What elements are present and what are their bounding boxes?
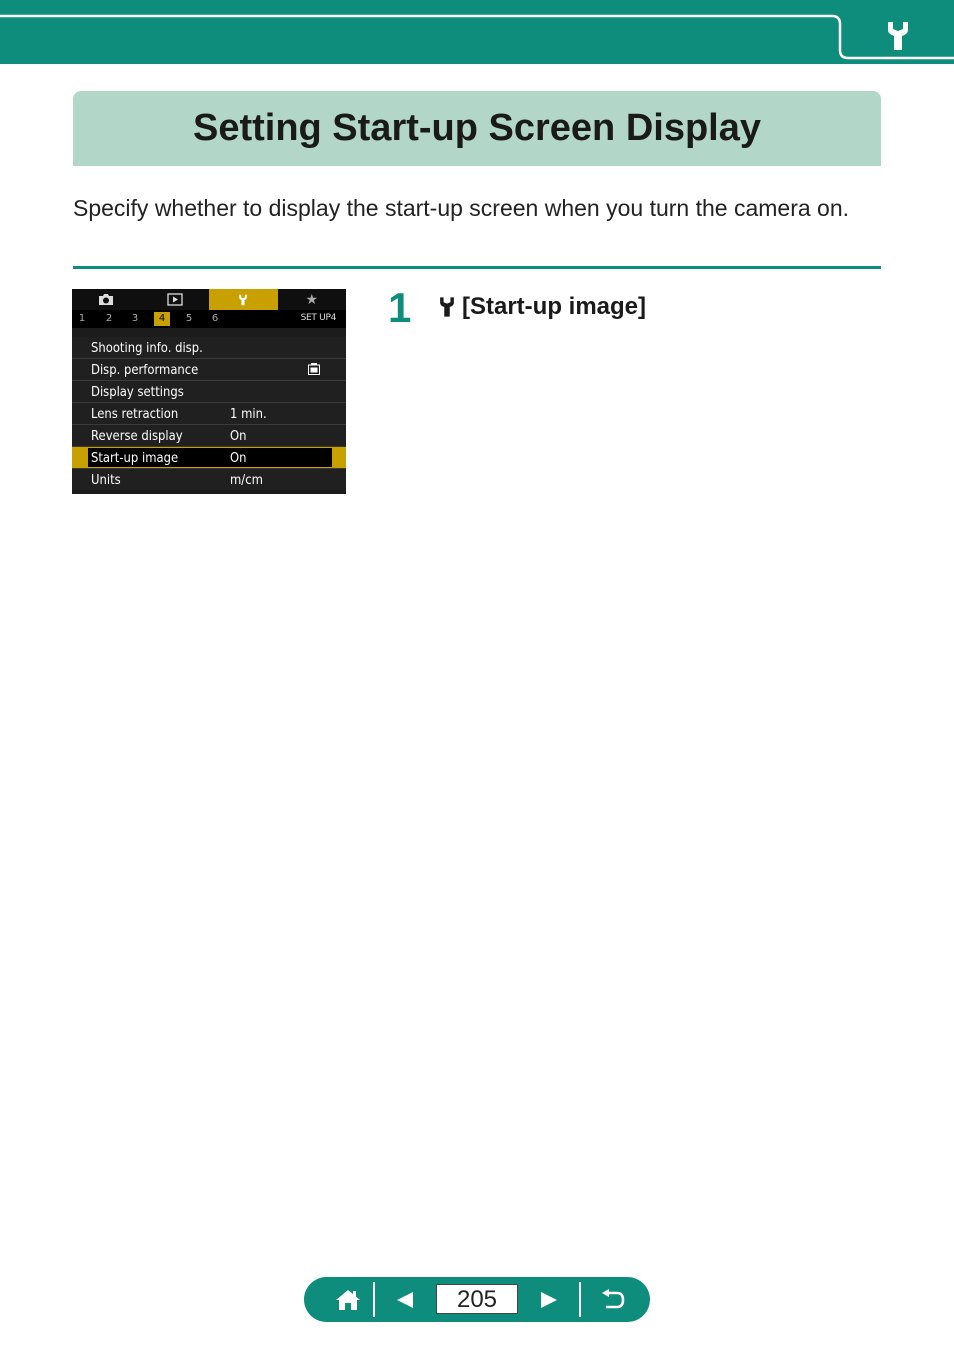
camera-menu-subtabs: 1 2 3 4 5 6 SET UP4 bbox=[72, 310, 346, 328]
wrench-icon bbox=[209, 289, 278, 310]
section-title-box: Setting Start-up Screen Display bbox=[73, 91, 881, 166]
camera-menu-screenshot: ★ 1 2 3 4 5 6 SET UP4 Shooting info. dis… bbox=[72, 289, 346, 494]
menu-row-value: On bbox=[230, 450, 247, 466]
prev-page-button[interactable] bbox=[384, 1277, 426, 1322]
step-number: 1 bbox=[388, 284, 412, 331]
subtab-2: 2 bbox=[105, 313, 113, 324]
menu-row: Shooting info. disp. bbox=[72, 337, 346, 359]
step-instruction: [Start-up image] bbox=[436, 293, 646, 321]
playback-icon bbox=[140, 289, 209, 310]
tab-outline bbox=[0, 14, 954, 60]
intro-text: Specify whether to display the start-up … bbox=[73, 195, 850, 221]
fps-icon bbox=[308, 363, 320, 375]
subtab-1: 1 bbox=[78, 313, 86, 324]
menu-row-value: On bbox=[230, 428, 247, 444]
menu-row-label: Start-up image bbox=[91, 450, 179, 466]
prev-icon bbox=[397, 1291, 413, 1308]
page-navigation: 205 bbox=[304, 1277, 650, 1322]
star-icon: ★ bbox=[277, 289, 346, 310]
page-number: 205 bbox=[436, 1284, 518, 1314]
step-label: [Start-up image] bbox=[462, 293, 647, 320]
home-button[interactable] bbox=[324, 1277, 372, 1322]
subtab-6: 6 bbox=[211, 313, 219, 324]
subtab-5: 5 bbox=[185, 313, 193, 324]
page-title: Setting Start-up Screen Display bbox=[192, 107, 761, 149]
nav-separator bbox=[373, 1282, 375, 1317]
menu-row: Disp. performance bbox=[72, 359, 346, 381]
menu-row: Lens retraction 1 min. bbox=[72, 403, 346, 425]
camera-menu-tabs: ★ bbox=[72, 289, 346, 310]
menu-row-value: m/cm bbox=[230, 472, 263, 488]
menu-row-value: 1 min. bbox=[230, 406, 267, 422]
nav-separator bbox=[579, 1282, 581, 1317]
menu-row: Display settings bbox=[72, 381, 346, 403]
menu-row-selected: Start-up image On bbox=[72, 447, 346, 469]
menu-row-label: Units bbox=[91, 472, 121, 488]
home-icon bbox=[336, 1289, 360, 1310]
back-button[interactable] bbox=[588, 1277, 638, 1322]
back-icon bbox=[602, 1288, 625, 1308]
menu-row-label: Reverse display bbox=[91, 428, 183, 444]
menu-row-label: Disp. performance bbox=[91, 362, 199, 378]
setup-label: SET UP4 bbox=[300, 313, 337, 323]
menu-row-label: Lens retraction bbox=[91, 406, 179, 422]
subtab-3: 3 bbox=[131, 313, 139, 324]
next-page-button[interactable] bbox=[528, 1277, 570, 1322]
menu-row: Units m/cm bbox=[72, 469, 346, 490]
top-bar bbox=[0, 0, 954, 64]
subtab-4: 4 bbox=[154, 312, 170, 326]
wrench-icon bbox=[440, 297, 454, 317]
menu-row: Reverse display On bbox=[72, 425, 346, 447]
menu-row-label: Shooting info. disp. bbox=[91, 340, 203, 356]
next-icon bbox=[541, 1291, 557, 1308]
menu-row-label: Display settings bbox=[91, 384, 184, 400]
wrench-icon[interactable] bbox=[878, 16, 918, 56]
divider bbox=[73, 266, 881, 269]
camera-icon bbox=[72, 289, 141, 310]
